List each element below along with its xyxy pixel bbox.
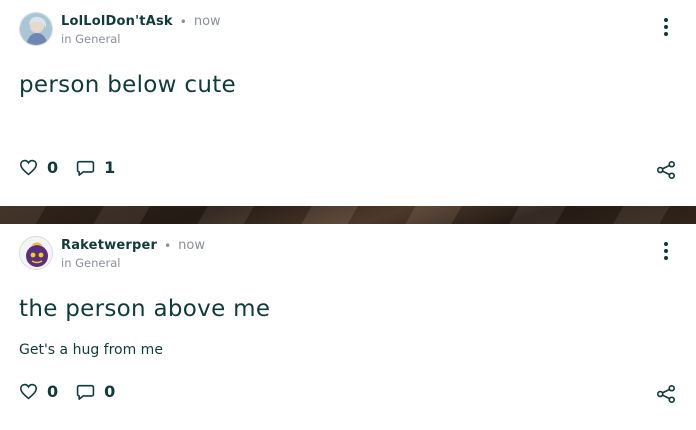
- post-header: LolLolDon'tAsk • now in General: [19, 12, 221, 47]
- post-time: now: [178, 238, 205, 253]
- post-actions: 0 0: [19, 382, 133, 401]
- post-card: Raketwerper • now in General the person …: [0, 224, 696, 430]
- kebab-menu-icon[interactable]: [662, 18, 670, 38]
- post-header: Raketwerper • now in General: [19, 236, 205, 271]
- comment-button[interactable]: 1: [76, 158, 115, 177]
- kebab-menu-icon[interactable]: [662, 242, 670, 262]
- heart-icon: [19, 383, 38, 400]
- post-time: now: [193, 14, 221, 29]
- comment-button[interactable]: 0: [76, 382, 115, 401]
- like-count: 0: [47, 382, 59, 401]
- post-title[interactable]: the person above me: [19, 296, 270, 322]
- post-actions: 0 1: [19, 158, 133, 177]
- author-name[interactable]: LolLolDon'tAsk: [61, 14, 173, 30]
- author-name[interactable]: Raketwerper: [61, 238, 157, 254]
- post-body: Get's a hug from me: [19, 342, 163, 358]
- like-count: 0: [47, 158, 59, 177]
- speech-bubble-icon: [76, 384, 95, 400]
- post-divider: [0, 206, 696, 224]
- share-icon[interactable]: [656, 161, 676, 183]
- comment-count: 1: [104, 158, 116, 177]
- separator-dot: •: [179, 15, 187, 29]
- post-category[interactable]: in General: [61, 255, 205, 271]
- share-icon[interactable]: [656, 385, 676, 407]
- like-button[interactable]: 0: [19, 158, 58, 177]
- post-category[interactable]: in General: [61, 31, 221, 47]
- like-button[interactable]: 0: [19, 382, 58, 401]
- speech-bubble-icon: [76, 160, 95, 176]
- avatar[interactable]: [19, 236, 53, 270]
- heart-icon: [19, 159, 38, 176]
- post-title[interactable]: person below cute: [19, 72, 236, 98]
- comment-count: 0: [104, 382, 116, 401]
- avatar[interactable]: [19, 12, 53, 46]
- post-card: LolLolDon'tAsk • now in General person b…: [0, 0, 696, 206]
- separator-dot: •: [164, 239, 172, 253]
